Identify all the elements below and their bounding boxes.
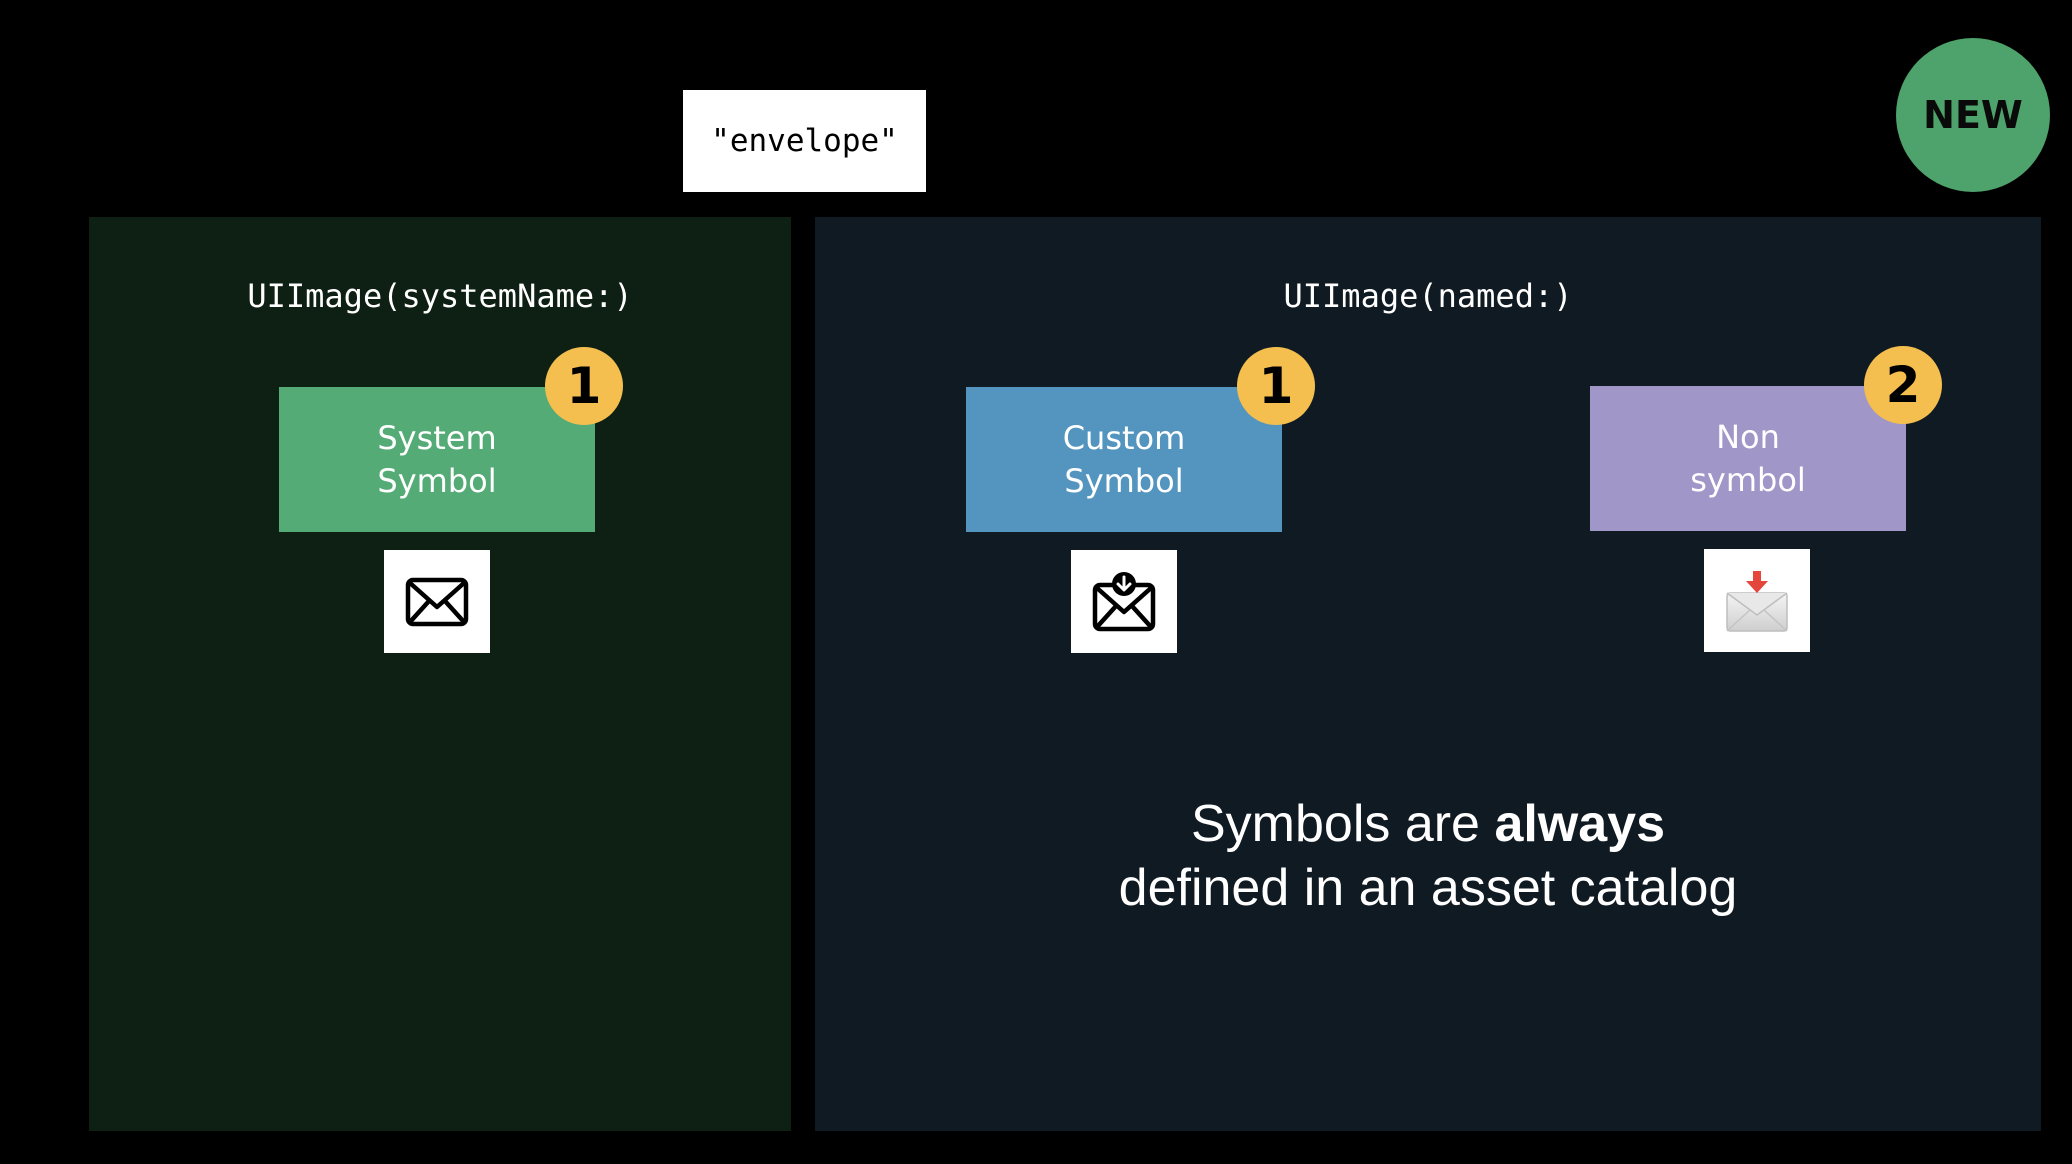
step-badge-1: 1 [545,347,623,425]
named-panel: UIImage(named:) Custom Symbol 1 Non symb… [815,217,2041,1131]
caption-line-2: defined in an asset catalog [1118,859,1738,917]
envelope-download-icon [1092,571,1156,631]
step-badge-2: 2 [1864,346,1942,424]
custom-envelope-tile [1071,550,1177,653]
caption-line-1: Symbols are always [1190,795,1666,853]
system-name-panel: UIImage(systemName:) System Symbol 1 [89,217,791,1131]
custom-symbol-box: Custom Symbol [966,387,1282,532]
system-symbol-box: System Symbol [279,387,595,532]
caption-emphasis: always [1494,795,1666,853]
new-badge: NEW [1896,38,2050,192]
asset-catalog-caption: Symbols are always defined in an asset c… [815,792,2041,920]
query-string-label: "envelope" [683,90,926,192]
non-symbol-box: Non symbol [1590,386,1906,531]
envelope-icon [405,577,469,626]
panel-title-system-name: UIImage(systemName:) [247,277,633,315]
envelope-tile [384,550,490,653]
incoming-envelope-emoji-icon [1726,570,1788,632]
panel-title-named: UIImage(named:) [1283,277,1573,315]
step-badge-1: 1 [1237,347,1315,425]
emoji-envelope-tile [1704,549,1810,652]
